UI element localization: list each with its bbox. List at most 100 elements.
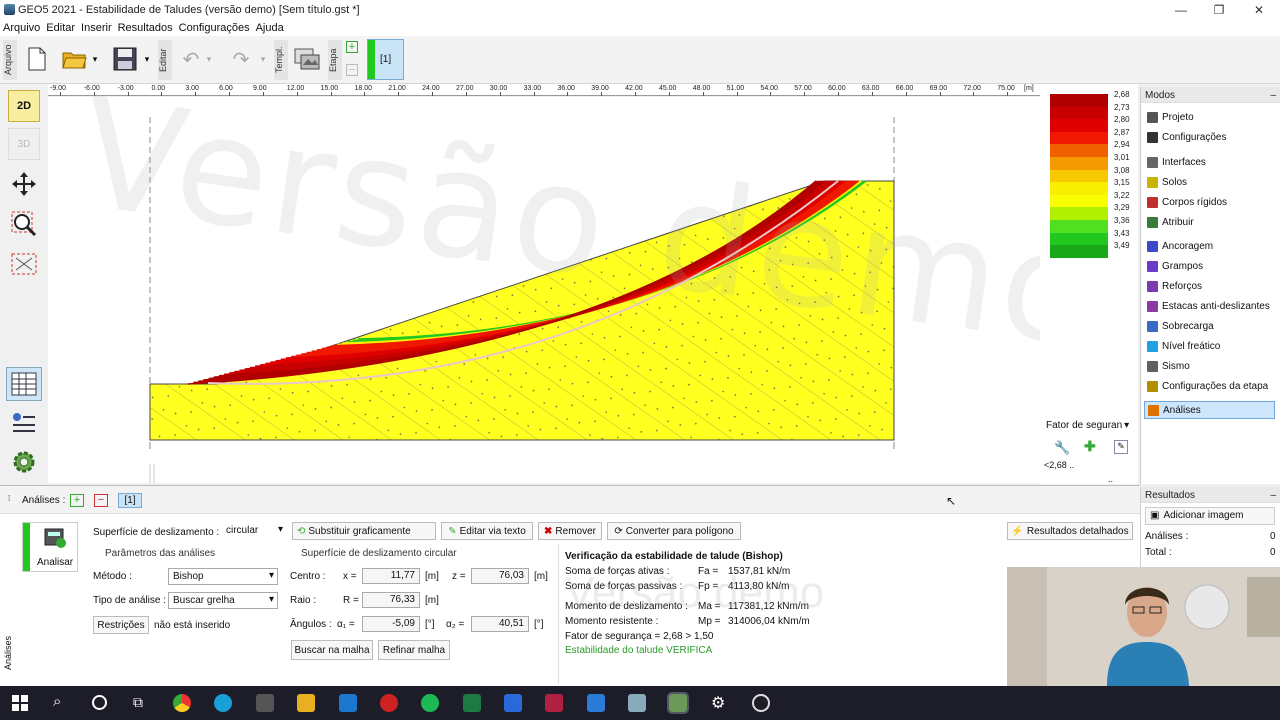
calendar-icon[interactable] — [587, 694, 605, 712]
labels-settings-icon[interactable] — [8, 408, 40, 440]
mode-item-icon — [1147, 240, 1158, 252]
app-red-icon[interactable] — [380, 694, 398, 712]
windows-start-icon[interactable] — [12, 695, 28, 714]
close-button[interactable]: ✕ — [1244, 2, 1274, 18]
view-3d-button[interactable]: 3D — [8, 128, 40, 160]
analyze-button[interactable]: Analisar — [22, 522, 78, 572]
mode-item[interactable]: Estacas anti-deslizantes — [1147, 297, 1277, 315]
z-input[interactable]: 76,03 — [471, 568, 529, 584]
side-tab-analises[interactable]: Análises — [3, 636, 13, 670]
metodo-select[interactable]: Bishop — [168, 568, 278, 585]
substituir-graficamente-button[interactable]: ⟲ Substituir graficamente — [292, 522, 436, 540]
mode-item[interactable]: Configurações — [1147, 128, 1277, 146]
a1-input[interactable]: -5,09 — [362, 616, 420, 632]
refinar-malha-button[interactable]: Refinar malha — [378, 640, 450, 660]
minimize-button[interactable]: — — [1166, 2, 1196, 18]
mode-item[interactable]: Nível freático — [1147, 337, 1277, 355]
menu-resultados[interactable]: Resultados — [115, 20, 176, 34]
save-dropdown-icon[interactable]: ▾ — [140, 44, 154, 74]
mail-icon[interactable] — [339, 694, 357, 712]
mode-item[interactable]: Atribuir — [1147, 213, 1277, 231]
a2-input[interactable]: 40,51 — [471, 616, 529, 632]
settings-gear-icon[interactable] — [8, 446, 40, 478]
menu-inserir[interactable]: Inserir — [78, 20, 115, 34]
table-view-icon[interactable] — [6, 367, 42, 401]
app-icon — [4, 4, 15, 15]
x-input[interactable]: 11,77 — [362, 568, 420, 584]
add-image-button[interactable]: ▣ Adicionar imagem — [1145, 507, 1275, 525]
results-collapse-icon[interactable]: – — [1270, 490, 1276, 501]
file-explorer-icon[interactable] — [297, 694, 315, 712]
collapse-icon[interactable]: – — [1270, 90, 1276, 101]
task-view-icon[interactable]: ⧉ — [133, 694, 143, 711]
add-analysis-icon[interactable]: + — [70, 494, 84, 507]
todo-icon[interactable] — [504, 694, 522, 712]
tab-arquivo[interactable]: Arquivo — [3, 40, 17, 80]
search-icon[interactable]: ⌕ — [53, 693, 61, 710]
remover-button[interactable]: ✖ Remover — [538, 522, 602, 540]
analysis-1-tab[interactable]: [1] — [118, 493, 142, 508]
geo5-slope-icon[interactable] — [667, 692, 689, 714]
r-input[interactable]: 76,33 — [362, 592, 420, 608]
menu-editar[interactable]: Editar — [43, 20, 78, 34]
redo-dropdown-icon[interactable]: ▾ — [256, 44, 270, 74]
tab-etapa[interactable]: Etapa — [328, 40, 342, 80]
redo-icon[interactable]: ↷ — [226, 44, 256, 74]
tab-templ[interactable]: Templ. — [274, 40, 288, 80]
new-file-icon[interactable] — [22, 44, 52, 74]
zoom-icon[interactable] — [8, 208, 40, 240]
view-2d-button[interactable]: 2D — [8, 90, 40, 122]
edge-icon[interactable] — [214, 694, 232, 712]
mode-item[interactable]: Projeto — [1147, 108, 1277, 126]
app-circle-icon[interactable] — [752, 694, 770, 712]
menu-configuracoes[interactable]: Configurações — [176, 20, 253, 34]
resultados-detalhados-button[interactable]: ⚡ Resultados detalhados — [1007, 522, 1133, 540]
editar-texto-button[interactable]: ✎ Editar via texto — [441, 522, 533, 540]
menu-arquivo[interactable]: Arquivo — [0, 20, 43, 34]
slip-surface-select[interactable]: circular — [222, 523, 286, 540]
menu-ajuda[interactable]: Ajuda — [253, 20, 287, 34]
tipo-select[interactable]: Buscar grelha — [168, 592, 278, 609]
store-icon[interactable] — [256, 694, 274, 712]
mode-item[interactable]: Ancoragem — [1147, 237, 1277, 255]
tab-editar[interactable]: Editar — [158, 40, 172, 80]
mode-item[interactable]: Sobrecarga — [1147, 317, 1277, 335]
mode-item[interactable]: Corpos rígidos — [1147, 193, 1277, 211]
template-icon[interactable] — [292, 44, 322, 74]
stage-1-button[interactable]: [1] — [367, 39, 404, 80]
open-folder-icon[interactable] — [60, 44, 90, 74]
buscar-malha-button[interactable]: Buscar na malha — [291, 640, 373, 660]
mode-item[interactable]: Grampos — [1147, 257, 1277, 275]
spotify-icon[interactable] — [421, 694, 439, 712]
zoom-extents-icon[interactable] — [8, 248, 40, 280]
converter-poligono-button[interactable]: ⟳ Converter para polígono — [607, 522, 741, 540]
mode-item[interactable]: Configurações da etapa — [1147, 377, 1277, 395]
remove-analysis-icon[interactable]: − — [94, 494, 108, 507]
restricoes-button[interactable]: Restrições — [93, 616, 149, 634]
move-icon[interactable] — [8, 168, 40, 200]
stage-1-label: [1] — [380, 54, 392, 65]
mode-item[interactable]: Interfaces — [1147, 153, 1277, 171]
wrench-icon[interactable]: 🔧 — [1054, 440, 1070, 456]
settings-icon[interactable]: ⚙ — [711, 693, 725, 713]
add-icon[interactable]: ✚ — [1084, 438, 1096, 455]
mode-item-label: Corpos rígidos — [1162, 196, 1228, 208]
legend-value-label: 3,22 — [1114, 190, 1130, 200]
mode-item[interactable]: Análises — [1144, 401, 1275, 419]
maximize-button[interactable]: ❐ — [1204, 2, 1234, 18]
mode-item[interactable]: Reforços — [1147, 277, 1277, 295]
model-canvas[interactable]: Versão demo — [48, 67, 1109, 483]
undo-dropdown-icon[interactable]: ▾ — [202, 44, 216, 74]
chrome-icon[interactable] — [173, 694, 191, 712]
edit-legend-icon[interactable]: ✎ — [1114, 440, 1128, 454]
mode-item[interactable]: Solos — [1147, 173, 1277, 191]
app-geo-icon[interactable] — [628, 694, 646, 712]
add-stage-icon[interactable]: + — [346, 41, 358, 53]
excel-icon[interactable] — [463, 694, 481, 712]
remove-stage-icon[interactable]: − — [346, 64, 358, 76]
app-mosaic-icon[interactable] — [545, 694, 563, 712]
legend-metric-dropdown[interactable]: Fator de seguran ▾ — [1046, 420, 1136, 431]
mode-item[interactable]: Sismo — [1147, 357, 1277, 375]
cortana-icon[interactable] — [92, 695, 107, 710]
ruler-tick-label: 54.00 — [760, 85, 778, 92]
